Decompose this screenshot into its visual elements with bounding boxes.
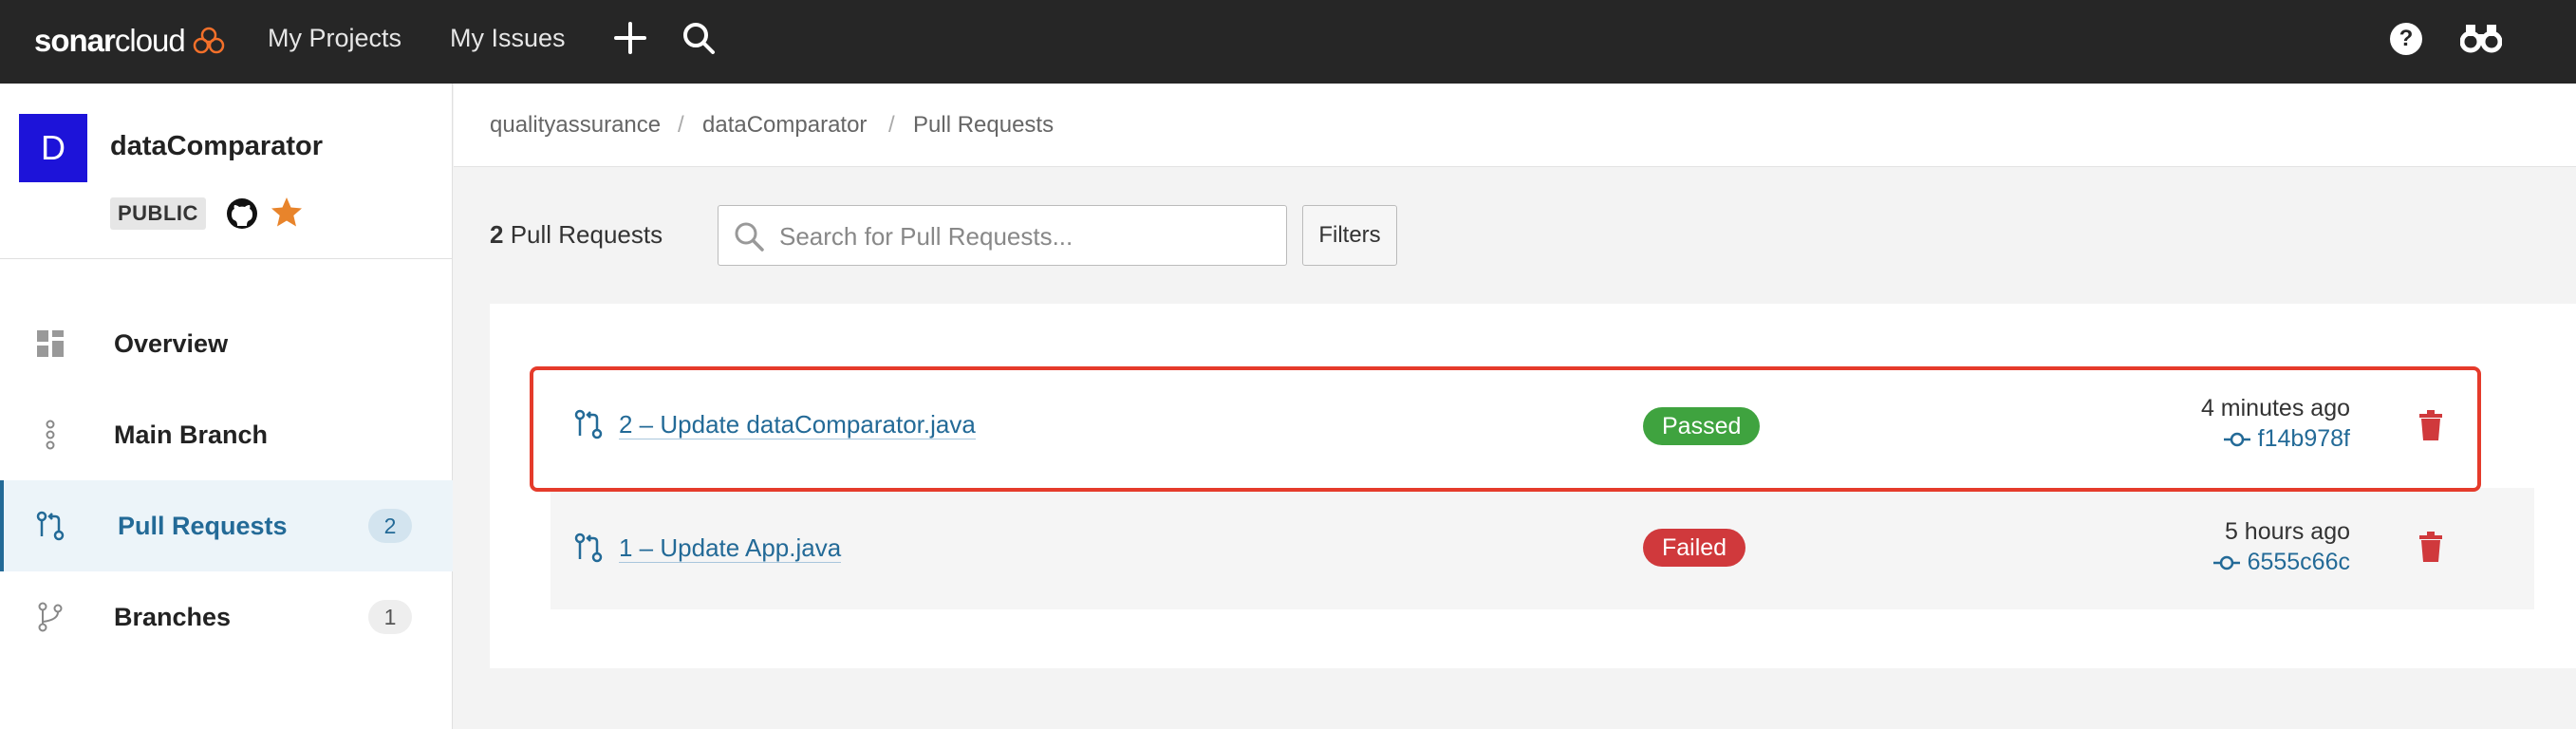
sidebar-divider <box>0 258 453 259</box>
search-pull-requests-input[interactable] <box>779 217 1273 255</box>
breadcrumb-project[interactable]: dataComparator <box>702 112 867 139</box>
breadcrumb-current-page: Pull Requests <box>913 112 1055 138</box>
search-icon[interactable] <box>680 19 718 57</box>
breadcrumb-separator: / <box>888 112 895 138</box>
breadcrumb-organization[interactable]: qualityassurance <box>490 112 661 139</box>
branches-count-badge: 1 <box>368 600 412 634</box>
logo-text-sonar: sonar <box>34 23 116 58</box>
pull-request-count: 2 Pull Requests <box>490 220 663 250</box>
github-icon[interactable] <box>226 197 258 230</box>
visibility-badge: PUBLIC <box>110 197 206 230</box>
sonarcloud-logo[interactable]: sonar cloud <box>34 19 225 63</box>
breadcrumb: qualityassurance / dataComparator / Pull… <box>454 84 2576 167</box>
project-name[interactable]: dataComparator <box>110 131 323 162</box>
project-avatar: D <box>19 114 87 182</box>
pull-request-time: 5 hours ago <box>2224 518 2350 545</box>
sidebar-item-label: Branches <box>114 602 232 631</box>
search-icon <box>735 222 764 252</box>
branch-line-icon <box>46 420 55 450</box>
pull-request-count-label: Pull Requests <box>503 220 663 249</box>
search-pull-requests-box[interactable] <box>718 205 1287 266</box>
pull-request-title-link[interactable]: 1 – Update App.java <box>619 533 842 563</box>
nav-my-issues[interactable]: My Issues <box>450 21 566 55</box>
binoculars-icon[interactable] <box>2460 21 2502 55</box>
favorite-star-icon[interactable] <box>270 196 304 230</box>
nav-my-projects[interactable]: My Projects <box>268 21 401 55</box>
commit-hash: 6555c66c <box>2247 549 2350 575</box>
sidebar-item-label: Pull Requests <box>118 511 288 540</box>
sidebar-item-label: Overview <box>114 328 229 358</box>
sidebar-item-branches[interactable]: Branches 1 <box>0 571 453 663</box>
cloud-logo-icon <box>193 27 225 54</box>
pull-requests-count-badge: 2 <box>368 509 412 543</box>
logo-text-cloud: cloud <box>114 23 186 58</box>
pull-request-icon <box>36 511 65 541</box>
branches-icon <box>38 602 63 632</box>
delete-trash-icon[interactable] <box>2418 532 2443 562</box>
commit-icon <box>2212 555 2240 570</box>
sidebar-item-overview[interactable]: Overview <box>0 298 453 389</box>
top-navbar: sonar cloud My Projects My Issues ? <box>0 0 2576 84</box>
pull-request-row[interactable]: 1 – Update App.java Failed 5 hours ago 6… <box>551 488 2534 609</box>
quality-gate-status-badge: Failed <box>1643 529 1746 567</box>
breadcrumb-separator: / <box>678 112 684 138</box>
commit-link[interactable]: 6555c66c <box>2212 549 2350 576</box>
dashboard-icon <box>37 330 64 357</box>
sidebar-item-main-branch[interactable]: Main Branch <box>0 389 453 480</box>
help-icon[interactable]: ? <box>2390 23 2422 55</box>
plus-icon[interactable] <box>611 19 649 57</box>
project-sidebar: D dataComparator PUBLIC Overview Main Br… <box>0 84 453 729</box>
highlight-annotation-box <box>530 366 2481 492</box>
filters-button[interactable]: Filters <box>1302 205 1397 266</box>
pull-request-count-number: 2 <box>490 220 504 249</box>
pull-request-icon <box>574 533 603 563</box>
sidebar-item-pull-requests[interactable]: Pull Requests 2 <box>0 480 453 571</box>
sidebar-item-label: Main Branch <box>114 420 269 449</box>
